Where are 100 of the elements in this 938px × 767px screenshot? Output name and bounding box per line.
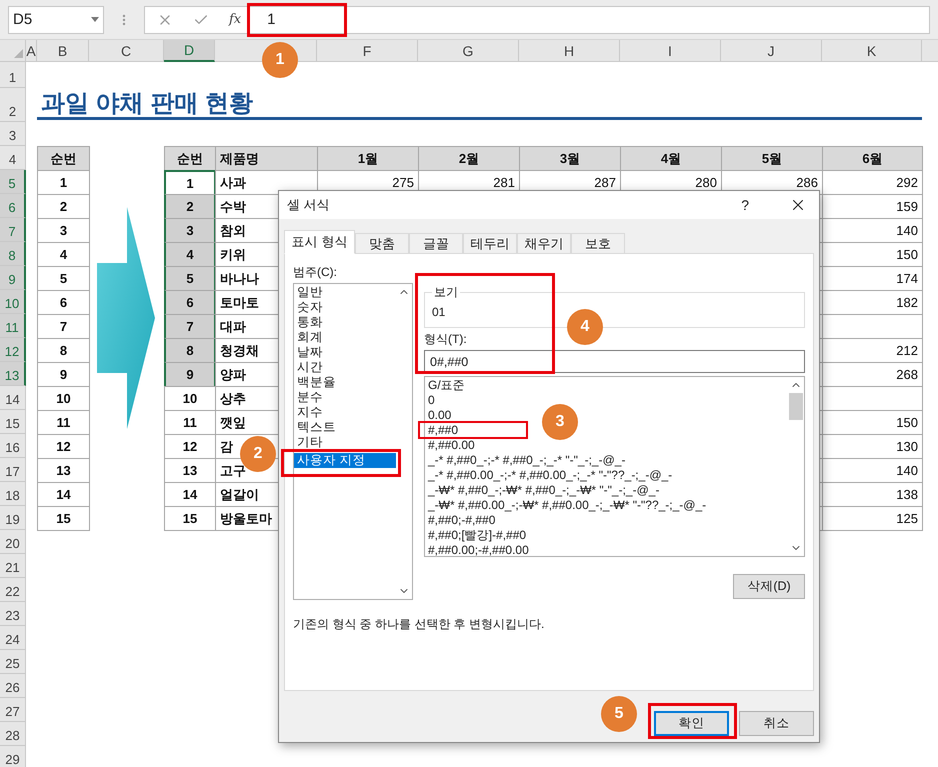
table-header: 1월: [317, 146, 419, 171]
grip-icon: [122, 12, 126, 26]
format-item[interactable]: G/표준: [425, 378, 465, 393]
format-input[interactable]: 0#,##0: [424, 350, 805, 373]
table-cell: 3: [37, 218, 90, 243]
row-header[interactable]: 7: [0, 218, 26, 242]
formula-field[interactable]: fx 1: [144, 6, 930, 34]
preview-label: 보기: [432, 285, 460, 299]
table-cell: 11: [37, 410, 90, 435]
column-header[interactable]: I: [620, 40, 721, 62]
row-header[interactable]: 18: [0, 482, 26, 506]
scroll-thumb[interactable]: [789, 393, 803, 420]
row-header[interactable]: 16: [0, 434, 26, 458]
tab[interactable]: 글꼴: [409, 233, 463, 254]
category-item[interactable]: 사용자 지정: [294, 453, 396, 468]
column-header[interactable]: G: [418, 40, 519, 62]
row-header[interactable]: 14: [0, 386, 26, 410]
row-header[interactable]: 5: [0, 170, 26, 194]
help-button[interactable]: ?: [741, 197, 749, 213]
tab[interactable]: 보호: [571, 233, 625, 254]
table-cell[interactable]: 4: [164, 242, 216, 267]
format-item[interactable]: #,##0.00;-#,##0.00: [425, 543, 529, 558]
row-header[interactable]: 11: [0, 314, 26, 338]
table-cell: 13: [37, 458, 90, 483]
column-header[interactable]: J: [721, 40, 822, 62]
format-item[interactable]: 0: [425, 393, 435, 408]
column-header[interactable]: K: [822, 40, 922, 62]
table-cell[interactable]: 1: [164, 170, 216, 195]
cancel-button[interactable]: 취소: [739, 711, 814, 736]
column-header[interactable]: H: [519, 40, 620, 62]
row-header[interactable]: 3: [0, 122, 26, 146]
table-cell: 5: [37, 266, 90, 291]
row-header[interactable]: 25: [0, 650, 26, 674]
table-cell: 2: [37, 194, 90, 219]
tab[interactable]: 테두리: [463, 233, 517, 254]
row-header[interactable]: 19: [0, 506, 26, 530]
function-label[interactable]: fx: [229, 12, 242, 27]
table-cell[interactable]: 10: [164, 386, 216, 411]
column-header[interactable]: A: [26, 40, 37, 62]
format-item[interactable]: _-* #,##0_-;-* #,##0_-;_-* "-"_-;_-@_-: [425, 453, 626, 468]
row-header[interactable]: 28: [0, 722, 26, 746]
preview-value: 01: [432, 305, 446, 319]
row-header[interactable]: 6: [0, 194, 26, 218]
row-header[interactable]: 23: [0, 602, 26, 626]
table-cell: 10: [37, 386, 90, 411]
table-header: 순번: [37, 146, 90, 171]
row-header[interactable]: 15: [0, 410, 26, 434]
table-cell[interactable]: 5: [164, 266, 216, 291]
format-item[interactable]: #,##0;-#,##0: [425, 513, 496, 528]
row-header[interactable]: 8: [0, 242, 26, 266]
row-header[interactable]: 4: [0, 146, 26, 170]
row-header[interactable]: 24: [0, 626, 26, 650]
format-list[interactable]: [424, 376, 805, 557]
row-header[interactable]: 17: [0, 458, 26, 482]
format-item[interactable]: _-* #,##0.00_-;-* #,##0.00_-;_-* "-"??_-;_-@_-: [425, 468, 672, 483]
table-cell[interactable]: 8: [164, 338, 216, 363]
table-cell[interactable]: 15: [164, 506, 216, 531]
row-header[interactable]: 20: [0, 530, 26, 554]
format-item[interactable]: #,##0;[빨강]-#,##0: [425, 528, 526, 543]
sheet-title: 과일 야채 판매 현황: [37, 88, 922, 120]
row-header[interactable]: 2: [0, 88, 26, 122]
column-header[interactable]: B: [37, 40, 89, 62]
category-list[interactable]: 일반 숫자 통화 회계 날짜 시간 백분율 분수 지수 텍스트 기타 사용자 지정: [293, 283, 413, 600]
format-item[interactable]: _-₩* #,##0.00_-;-₩* #,##0.00_-;_-₩* "-"??_-;_-@_-: [425, 498, 706, 513]
row-header[interactable]: 12: [0, 338, 26, 362]
tab[interactable]: 채우기: [517, 233, 571, 254]
row-header[interactable]: 22: [0, 578, 26, 602]
row-header[interactable]: 29: [0, 746, 26, 767]
table-cell[interactable]: 6: [164, 290, 216, 315]
table-cell: 6: [37, 290, 90, 315]
column-header[interactable]: F: [317, 40, 418, 62]
table-cell[interactable]: 9: [164, 362, 216, 387]
table-header: 4월: [620, 146, 722, 171]
row-header[interactable]: 26: [0, 674, 26, 698]
tab[interactable]: 맞춤: [355, 233, 409, 254]
table-cell[interactable]: 3: [164, 218, 216, 243]
format-item[interactable]: #,##0.00: [425, 438, 475, 453]
table-cell: 8: [37, 338, 90, 363]
format-item[interactable]: 0.00: [425, 408, 452, 423]
column-header[interactable]: D: [164, 40, 215, 62]
dropdown-caret-icon[interactable]: [91, 17, 99, 22]
row-header[interactable]: 27: [0, 698, 26, 722]
delete-button[interactable]: 삭제(D): [733, 574, 805, 599]
tab[interactable]: 표시 형식: [284, 230, 355, 254]
row-header[interactable]: 9: [0, 266, 26, 290]
table-cell[interactable]: 2: [164, 194, 216, 219]
name-box[interactable]: D5: [8, 6, 104, 34]
table-cell: 125: [822, 506, 923, 531]
format-item[interactable]: #,##0: [425, 423, 458, 438]
row-header[interactable]: 10: [0, 290, 26, 314]
table-cell: 1: [37, 170, 90, 195]
row-header[interactable]: 21: [0, 554, 26, 578]
table-header: 5월: [721, 146, 823, 171]
column-header[interactable]: C: [89, 40, 164, 62]
format-item[interactable]: _-₩* #,##0_-;-₩* #,##0_-;_-₩* "-"_-;_-@_-: [425, 483, 660, 498]
table-cell[interactable]: 7: [164, 314, 216, 339]
row-header[interactable]: 1: [0, 62, 26, 88]
ok-button[interactable]: 확인: [654, 711, 729, 736]
row-header[interactable]: 13: [0, 362, 26, 386]
table-cell: 7: [37, 314, 90, 339]
